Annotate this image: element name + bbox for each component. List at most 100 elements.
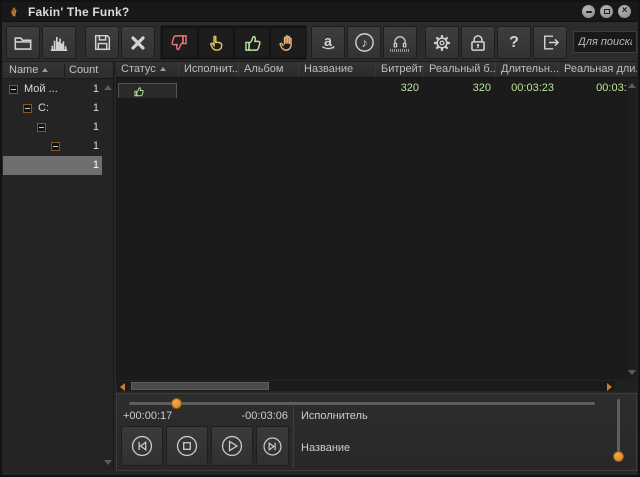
column-header-status[interactable]: Статус xyxy=(116,62,179,77)
collapse-toggle-icon[interactable] xyxy=(51,142,60,151)
help-icon: ? xyxy=(509,34,519,52)
help-button[interactable]: ? xyxy=(497,26,531,59)
exit-button[interactable] xyxy=(533,26,567,59)
volume-slider-knob[interactable] xyxy=(613,451,624,462)
lock-icon xyxy=(467,32,489,54)
table-horizontal-scrollbar[interactable] xyxy=(116,380,616,392)
scrollbar-corner xyxy=(616,380,637,392)
column-header-album[interactable]: Альбом xyxy=(239,62,299,77)
tree-item-count: 1 xyxy=(93,159,99,171)
tree-item-folder[interactable]: 1 xyxy=(3,118,102,137)
thumbs-down-button[interactable] xyxy=(163,28,197,57)
seek-slider-knob[interactable] xyxy=(171,398,182,409)
column-header-duration[interactable]: Длительн... xyxy=(496,62,559,77)
artist-field-label: Исполнитель xyxy=(301,410,368,422)
folder-tree-panel: Name Count Мой ... 1 C: 1 1 1 1 xyxy=(3,62,114,471)
remaining-time: -00:03:06 xyxy=(217,410,288,422)
stop-button[interactable] xyxy=(166,426,208,466)
amazon-icon: a xyxy=(317,32,339,54)
stop-hand-button[interactable] xyxy=(271,28,305,57)
tree-item-label: Мой ... xyxy=(24,83,58,95)
sort-asc-icon xyxy=(160,67,166,71)
table-scrollbar[interactable] xyxy=(627,78,637,380)
open-folder-icon xyxy=(12,32,34,54)
clear-button[interactable] xyxy=(121,26,155,59)
scroll-up-icon[interactable] xyxy=(628,83,636,88)
close-icon: × xyxy=(622,6,628,16)
thumbs-up-status-icon xyxy=(132,85,145,98)
search-input[interactable] xyxy=(573,31,637,53)
real-bitrate-cell: 320 xyxy=(424,78,496,98)
play-button[interactable] xyxy=(211,426,253,466)
close-button[interactable]: × xyxy=(618,5,631,18)
tree-item-computer[interactable]: Мой ... 1 xyxy=(3,80,102,99)
tree-item-folder-selected[interactable]: 1 xyxy=(3,156,102,175)
column-header-real-bitrate[interactable]: Реальный б... xyxy=(424,62,496,77)
toolbar: a ♪ xyxy=(2,22,638,62)
tree-item-drive-c[interactable]: C: 1 xyxy=(3,99,102,118)
save-icon xyxy=(92,32,113,53)
tree-header-count[interactable]: Count xyxy=(69,64,98,76)
column-header-artist[interactable]: Исполнит... xyxy=(179,62,239,77)
point-up-hand-icon xyxy=(205,32,227,54)
app-icon xyxy=(8,5,21,18)
panel-divider xyxy=(293,404,294,467)
svg-text:♪: ♪ xyxy=(361,36,367,50)
tree-header: Name Count xyxy=(3,62,113,79)
player-panel: +00:00:17 -00:03:06 Исполнитель Название xyxy=(116,393,637,471)
maximize-button[interactable] xyxy=(600,5,613,18)
collapse-toggle-icon[interactable] xyxy=(23,104,32,113)
skip-back-button[interactable] xyxy=(121,426,163,466)
thumbs-up-button[interactable] xyxy=(235,28,269,57)
collapse-toggle-icon[interactable] xyxy=(9,85,18,94)
open-folder-button[interactable] xyxy=(6,26,40,59)
waveform-analysis-button[interactable] xyxy=(42,26,76,59)
seek-slider[interactable] xyxy=(129,402,595,405)
scroll-down-icon[interactable] xyxy=(104,460,112,465)
play-icon xyxy=(218,432,246,460)
tree-header-name[interactable]: Name xyxy=(9,64,48,76)
save-button[interactable] xyxy=(85,26,119,59)
point-up-button[interactable] xyxy=(199,28,233,57)
stop-hand-icon xyxy=(277,32,299,54)
tree-item-count: 1 xyxy=(93,140,99,152)
thumbs-down-icon xyxy=(169,32,191,54)
window-title: Fakin' The Funk? xyxy=(28,5,129,19)
amazon-lookup-button[interactable]: a xyxy=(311,26,345,59)
bitrate-cell: 320 xyxy=(376,78,424,98)
minimize-button[interactable] xyxy=(582,5,595,18)
headphones-store-button[interactable] xyxy=(383,26,417,59)
column-header-title[interactable]: Название xyxy=(299,62,376,77)
scroll-down-icon[interactable] xyxy=(628,370,636,375)
track-table: Статус Исполнит... Альбом Название Битре… xyxy=(116,62,637,380)
headphones-icon xyxy=(390,33,410,52)
duration-cell: 00:03:23 xyxy=(496,78,559,98)
titlebar: Fakin' The Funk? × xyxy=(2,2,638,22)
headphones-store-label xyxy=(390,49,410,52)
tree-scrollbar[interactable] xyxy=(102,79,113,471)
scrollbar-thumb[interactable] xyxy=(131,382,269,390)
settings-button[interactable] xyxy=(425,26,459,59)
stop-icon xyxy=(173,432,201,460)
skip-forward-button[interactable] xyxy=(256,426,289,466)
table-header-row: Статус Исполнит... Альбом Название Битре… xyxy=(116,62,637,78)
status-cell xyxy=(116,78,179,98)
collapse-toggle-icon[interactable] xyxy=(37,123,46,132)
tree-item-count: 1 xyxy=(93,121,99,133)
scroll-left-icon[interactable] xyxy=(120,383,125,391)
volume-slider[interactable] xyxy=(617,399,620,461)
column-splitter[interactable] xyxy=(64,63,65,77)
gear-icon xyxy=(431,32,453,54)
scroll-right-icon[interactable] xyxy=(607,383,612,391)
track-row[interactable]: 320 320 00:03:23 00:03:23 xyxy=(116,78,637,98)
music-store-button[interactable]: ♪ xyxy=(347,26,381,59)
scroll-up-icon[interactable] xyxy=(104,85,112,90)
column-header-bitrate[interactable]: Битрейт xyxy=(376,62,424,77)
column-header-real-duration[interactable]: Реальная дли... xyxy=(559,62,637,77)
lock-button[interactable] xyxy=(461,26,495,59)
status-badge[interactable] xyxy=(118,83,177,98)
tree-item-count: 1 xyxy=(93,83,99,95)
title-cell xyxy=(299,78,376,98)
tree-item-folder[interactable]: 1 xyxy=(3,137,102,156)
artist-cell xyxy=(179,78,239,98)
